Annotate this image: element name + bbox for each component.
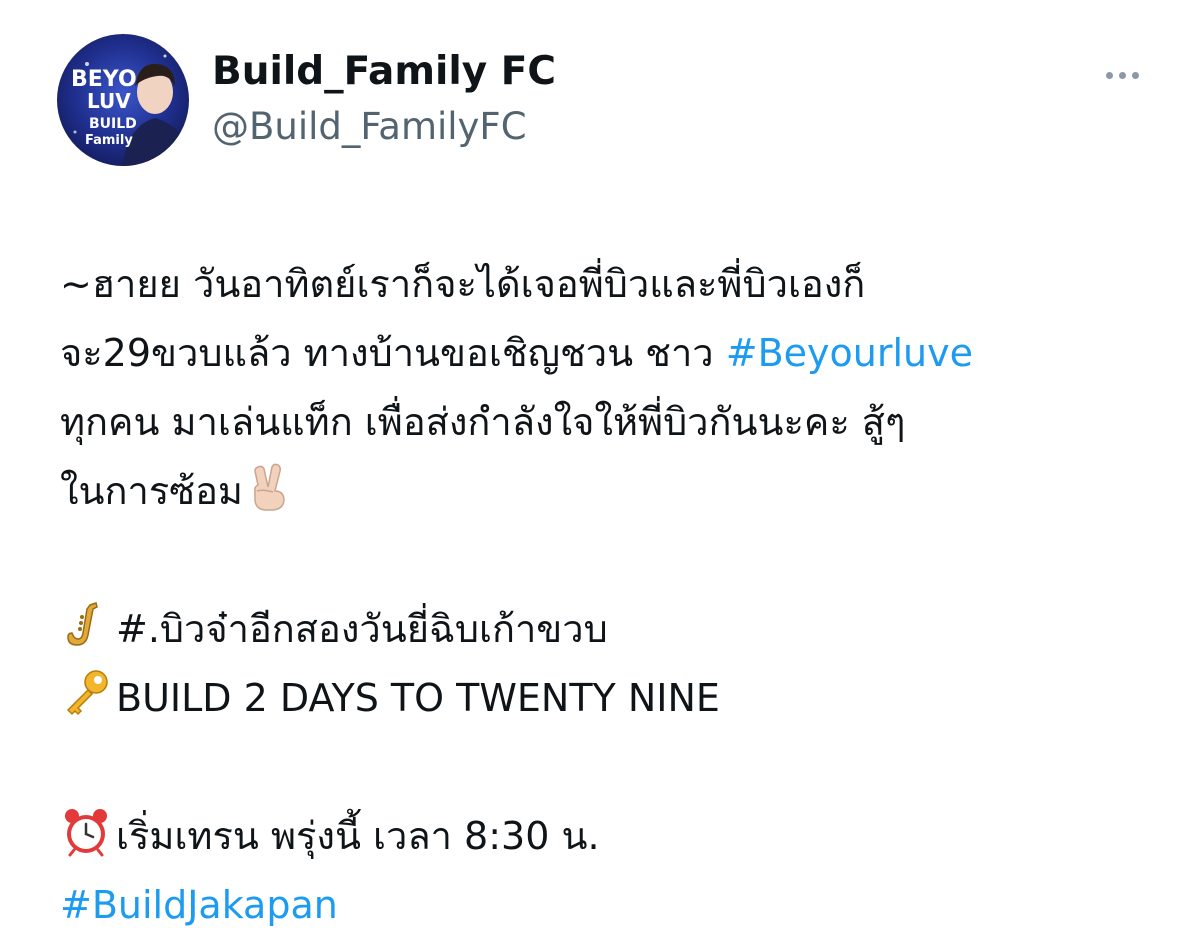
avatar-text: Family <box>85 133 133 148</box>
tweet-header: BEYO LUV BUILD Family Build_Family FC @B… <box>57 34 1157 168</box>
display-name[interactable]: Build_Family FC <box>212 44 556 100</box>
tweet-text: ~ฮายย วันอาทิตย์เราก็จะได้เจอพี่บิวและพี… <box>60 250 1160 940</box>
tweet-line: เริ่มเทรน พรุ่งนี้ เวลา 8:30 น. <box>60 802 1160 871</box>
tweet-line: จะ29ขวบแล้ว ทางบ้านขอเชิญชวน ชาว #Beyour… <box>60 319 1160 388</box>
tweet-text-segment: เริ่มเทรน พรุ่งนี้ เวลา 8:30 น. <box>116 814 600 858</box>
more-options-button[interactable] <box>1097 60 1147 90</box>
avatar-text: BUILD <box>89 116 137 132</box>
key-icon <box>60 668 112 720</box>
hashtag-link[interactable]: #Beyourluve <box>726 331 973 375</box>
tweet-line: #.บิวจ๋าอีกสองวันยี่ฉิบเก้าขวบ <box>60 595 1160 664</box>
saxophone-icon <box>60 599 112 651</box>
user-handle[interactable]: @Build_FamilyFC <box>212 100 556 154</box>
author-names: Build_Family FC @Build_FamilyFC <box>212 44 556 154</box>
tweet-text-segment: BUILD 2 DAYS TO TWENTY NINE <box>116 676 720 720</box>
tweet-line: #BuildJakapan <box>60 871 1160 940</box>
tweet-text-segment: ~ฮายย วันอาทิตย์เราก็จะได้เจอพี่บิวและพี… <box>60 262 866 306</box>
tweet-line: ~ฮายย วันอาทิตย์เราก็จะได้เจอพี่บิวและพี… <box>60 250 1160 319</box>
more-horizontal-icon <box>1131 71 1139 79</box>
tweet-line: ในการซ้อม <box>60 457 1160 526</box>
avatar[interactable]: BEYO LUV BUILD Family <box>57 34 189 166</box>
alarm-clock-icon <box>60 806 112 858</box>
more-horizontal-icon <box>1105 71 1113 79</box>
tweet-text-segment: ในการซ้อม <box>60 469 243 513</box>
victory-hand-icon <box>243 461 295 513</box>
hashtag-link[interactable]: #BuildJakapan <box>60 883 338 927</box>
avatar-text: LUV <box>87 89 131 113</box>
tweet-text-segment: #.บิวจ๋าอีกสองวันยี่ฉิบเก้าขวบ <box>116 607 608 651</box>
tweet-text-segment: ทุกคน มาเล่นแท็ก เพื่อส่งกำลังใจให้พี่บิ… <box>60 400 906 444</box>
tweet-line: ทุกคน มาเล่นแท็ก เพื่อส่งกำลังใจให้พี่บิ… <box>60 388 1160 457</box>
tweet-line: BUILD 2 DAYS TO TWENTY NINE <box>60 664 1160 733</box>
avatar-image: BEYO LUV BUILD Family <box>57 34 189 166</box>
more-horizontal-icon <box>1118 71 1126 79</box>
tweet-text-segment: จะ29ขวบแล้ว ทางบ้านขอเชิญชวน ชาว <box>60 331 726 375</box>
